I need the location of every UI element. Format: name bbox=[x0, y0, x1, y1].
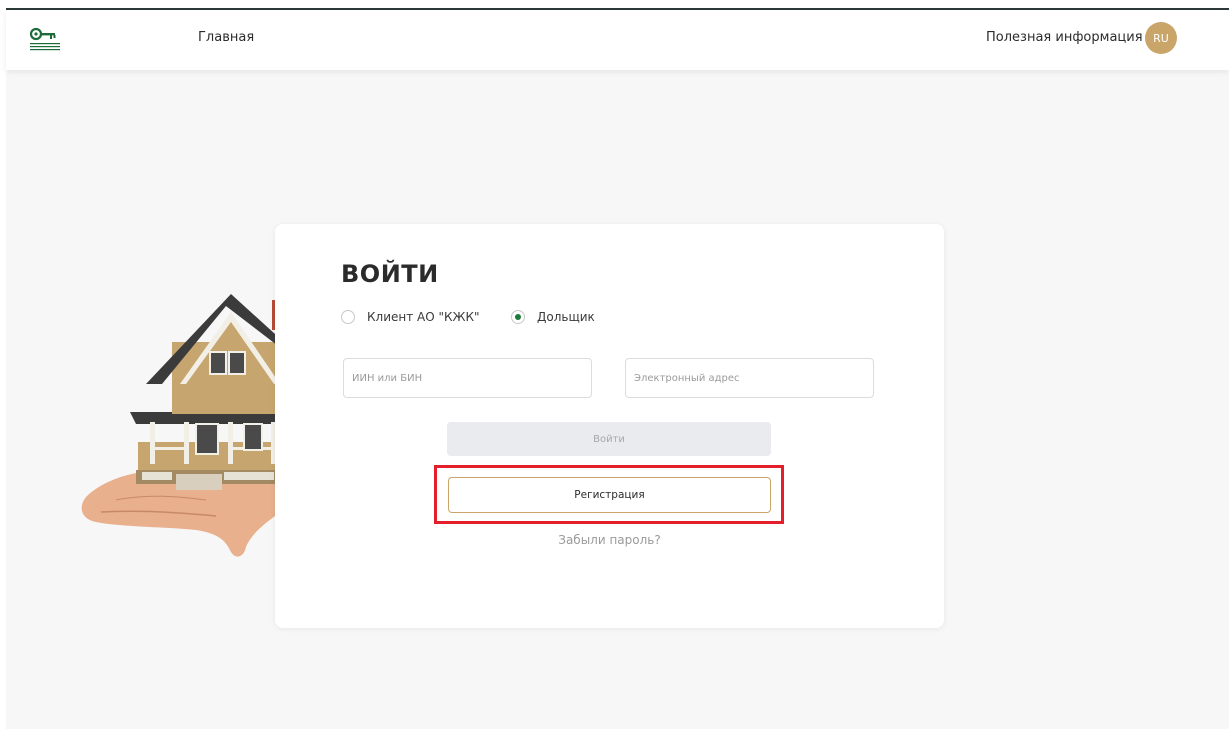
register-button[interactable]: Регистрация bbox=[448, 477, 771, 513]
radio-client[interactable]: Клиент АО "КЖК" bbox=[341, 308, 480, 326]
house-in-hand-illustration bbox=[76, 272, 286, 562]
top-navbar: Главная Полезная информация RU bbox=[6, 10, 1229, 70]
radio-client-label: Клиент АО "КЖК" bbox=[367, 310, 480, 324]
forgot-password-link[interactable]: Забыли пароль? bbox=[275, 533, 944, 547]
login-button[interactable]: Войти bbox=[447, 422, 771, 456]
nav-useful-info-link[interactable]: Полезная информация bbox=[986, 30, 1143, 45]
nav-home-link[interactable]: Главная bbox=[198, 30, 254, 45]
login-title: ВОЙТИ bbox=[341, 260, 439, 288]
radio-checked-icon[interactable] bbox=[511, 310, 525, 324]
iin-bin-input[interactable] bbox=[343, 358, 592, 398]
radio-shareholder-label: Дольщик bbox=[537, 310, 595, 324]
login-card: ВОЙТИ Клиент АО "КЖК" Дольщик Войти Реги… bbox=[275, 224, 944, 628]
radio-shareholder[interactable]: Дольщик bbox=[511, 308, 595, 326]
page: Главная Полезная информация RU ВОЙТИ Кли… bbox=[6, 8, 1229, 729]
radio-unchecked-icon[interactable] bbox=[341, 310, 355, 324]
key-logo-icon[interactable] bbox=[28, 26, 64, 54]
email-input[interactable] bbox=[625, 358, 874, 398]
language-switcher[interactable]: RU bbox=[1145, 22, 1177, 54]
